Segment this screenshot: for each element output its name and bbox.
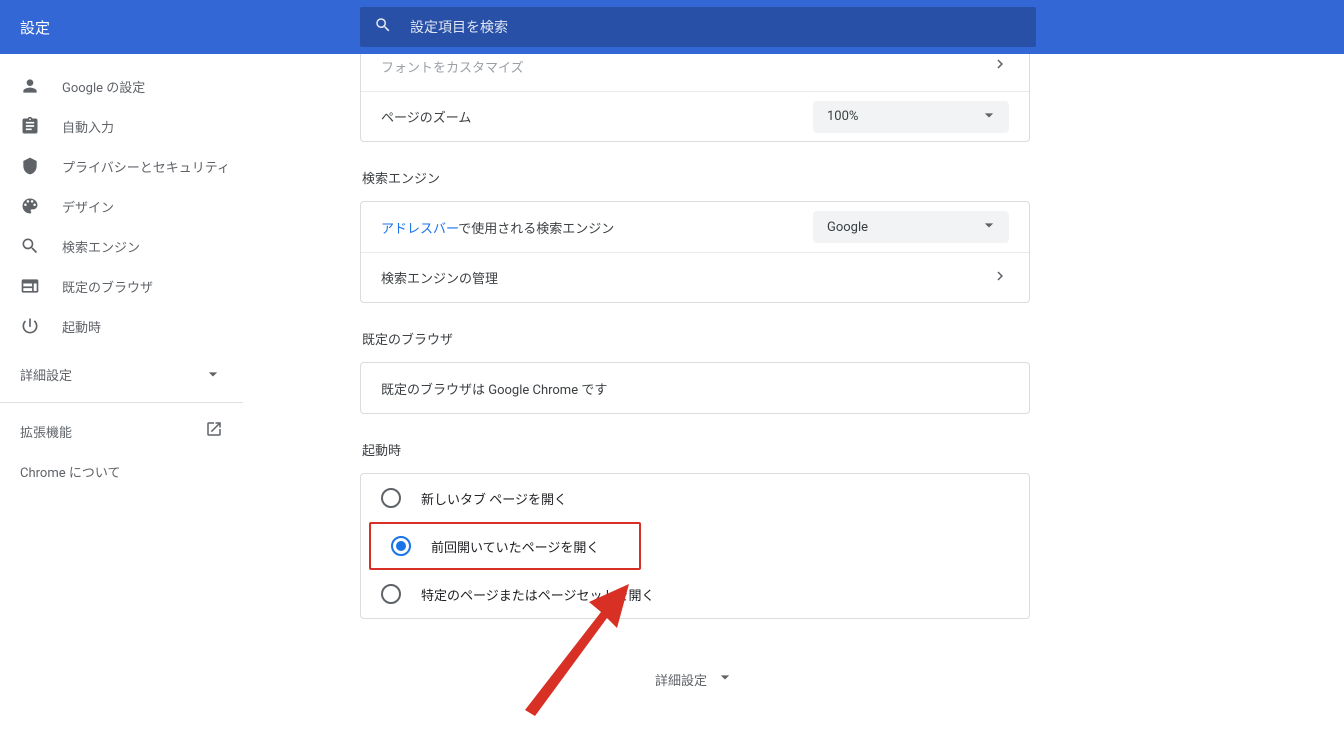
appearance-card: フォントをカスタマイズ ページのズーム 100% — [360, 54, 1030, 142]
startup-option-new-tab[interactable]: 新しいタブ ページを開く — [361, 474, 1029, 522]
startup-option-label: 新しいタブ ページを開く — [421, 489, 567, 508]
web-icon — [20, 276, 40, 296]
startup-option-label: 特定のページまたはページセットを開く — [421, 585, 654, 604]
page-zoom-value: 100% — [827, 109, 858, 124]
startup-option-specific-pages[interactable]: 特定のページまたはページセットを開く — [361, 570, 1029, 618]
chevron-down-icon — [707, 667, 735, 691]
sidebar-item-autofill[interactable]: 自動入力 — [0, 106, 243, 146]
row-address-bar-engine: アドレスバーで使用される検索エンジン Google — [361, 202, 1029, 252]
default-browser-status: 既定のブラウザは Google Chrome です — [381, 379, 607, 398]
chevron-right-icon — [991, 267, 1009, 289]
advanced-label: 詳細設定 — [20, 365, 72, 384]
extensions-label: 拡張機能 — [20, 422, 72, 441]
sidebar-item-label: 既定のブラウザ — [62, 277, 153, 296]
section-title-on-startup: 起動時 — [362, 440, 1030, 459]
footer-advanced-toggle[interactable]: 詳細設定 — [360, 667, 1030, 691]
sidebar-item-label: 起動時 — [62, 317, 101, 336]
chevron-right-icon — [991, 55, 1009, 77]
search-field[interactable] — [360, 7, 1036, 47]
open-in-new-icon — [205, 420, 223, 442]
sidebar-advanced-toggle[interactable]: 詳細設定 — [0, 354, 243, 403]
sidebar: Google の設定 自動入力 プライバシーとセキュリティ デザイン 検索エンジ… — [0, 54, 244, 752]
row-page-zoom: ページのズーム 100% — [361, 91, 1029, 141]
chevron-down-icon — [979, 215, 999, 239]
sidebar-about-chrome[interactable]: Chrome について — [0, 451, 243, 491]
person-icon — [20, 76, 40, 96]
main-content: フォントをカスタマイズ ページのズーム 100% 検索エンジン アドレスバーで使… — [244, 54, 1344, 752]
sidebar-item-label: プライバシーとセキュリティ — [62, 157, 230, 176]
footer-advanced-label: 詳細設定 — [655, 670, 707, 689]
sidebar-extensions[interactable]: 拡張機能 — [0, 411, 243, 451]
sidebar-item-appearance[interactable]: デザイン — [0, 186, 243, 226]
startup-option-continue[interactable]: 前回開いていたページを開く — [369, 522, 641, 570]
assignment-icon — [20, 116, 40, 136]
address-bar-text: アドレスバーで使用される検索エンジン — [381, 218, 614, 237]
sidebar-item-privacy[interactable]: プライバシーとセキュリティ — [0, 146, 243, 186]
search-input[interactable] — [410, 19, 1022, 35]
power-icon — [20, 316, 40, 336]
row-customize-fonts[interactable]: フォントをカスタマイズ — [361, 54, 1029, 91]
sidebar-item-google[interactable]: Google の設定 — [0, 66, 243, 106]
sidebar-item-label: 自動入力 — [62, 117, 114, 136]
page-title: 設定 — [20, 17, 360, 38]
about-label: Chrome について — [20, 462, 120, 481]
chevron-down-icon — [203, 364, 223, 384]
section-title-search-engine: 検索エンジン — [362, 168, 1030, 187]
row-manage-search-engines[interactable]: 検索エンジンの管理 — [361, 252, 1029, 302]
radio-icon — [381, 584, 401, 604]
customize-fonts-label: フォントをカスタマイズ — [381, 57, 524, 76]
radio-icon — [381, 488, 401, 508]
search-engine-value: Google — [827, 220, 868, 235]
on-startup-card: 新しいタブ ページを開く 前回開いていたページを開く 特定のページまたはページセ… — [360, 473, 1030, 619]
sidebar-item-search-engine[interactable]: 検索エンジン — [0, 226, 243, 266]
page-zoom-label: ページのズーム — [381, 107, 471, 126]
manage-search-engines-label: 検索エンジンの管理 — [381, 268, 498, 287]
palette-icon — [20, 196, 40, 216]
app-header: 設定 — [0, 0, 1344, 54]
section-title-default-browser: 既定のブラウザ — [362, 329, 1030, 348]
chevron-down-icon — [979, 105, 999, 129]
row-default-browser-status: 既定のブラウザは Google Chrome です — [361, 363, 1029, 413]
sidebar-item-label: デザイン — [62, 197, 114, 216]
radio-checked-icon — [391, 536, 411, 556]
page-zoom-dropdown[interactable]: 100% — [813, 101, 1009, 133]
startup-option-label: 前回開いていたページを開く — [431, 537, 599, 556]
sidebar-item-default-browser[interactable]: 既定のブラウザ — [0, 266, 243, 306]
search-icon — [374, 16, 392, 38]
sidebar-item-label: 検索エンジン — [62, 237, 140, 256]
shield-icon — [20, 156, 40, 176]
address-bar-link[interactable]: アドレスバー — [381, 222, 458, 237]
sidebar-item-on-startup[interactable]: 起動時 — [0, 306, 243, 346]
sidebar-item-label: Google の設定 — [62, 77, 145, 96]
search-icon — [20, 236, 40, 256]
search-engine-dropdown[interactable]: Google — [813, 211, 1009, 243]
search-engine-card: アドレスバーで使用される検索エンジン Google 検索エンジンの管理 — [360, 201, 1030, 303]
default-browser-card: 既定のブラウザは Google Chrome です — [360, 362, 1030, 414]
